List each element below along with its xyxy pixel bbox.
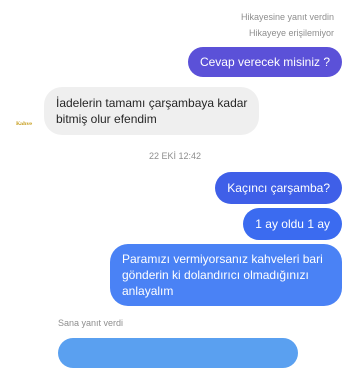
message-bubble-outgoing[interactable]: Kaçıncı çarşamba? (215, 172, 342, 204)
message-bubble-outgoing[interactable]: Cevap verecek misiniz ? (187, 47, 342, 77)
message-bubble-outgoing[interactable]: Paramızı vermiyorsanız kahveleri bari gö… (110, 244, 342, 306)
story-reply-label: Hikayesine yanıt verdin (240, 12, 334, 22)
message-text: Kaçıncı çarşamba? (227, 181, 330, 195)
message-bubble-incoming[interactable]: İadelerin tamamı çarşambaya kadar bitmiş… (44, 87, 260, 135)
message-text-line: bitmiş olur efendim (56, 112, 157, 126)
message-text-line: anlayalım (122, 284, 174, 298)
story-replied-label: Sana yanıt verdi (58, 318, 124, 328)
chat-thread: Hikayesine yanıt verdin Hikayeye erişile… (0, 0, 350, 368)
story-unavailable-label: Hikayeye erişilemiyor (248, 28, 334, 38)
timestamp: 22 EKİ 12:42 (148, 151, 202, 161)
message-bubble-outgoing[interactable]: 1 ay oldu 1 ay (243, 208, 342, 240)
brand-logo-icon: Kahve (15, 121, 33, 127)
story-reply-preview[interactable] (58, 338, 298, 368)
message-text-line: Paramızı vermiyorsanız kahveleri bari (122, 252, 323, 266)
avatar[interactable]: Kahve (12, 112, 36, 136)
message-text-line: İadelerin tamamı çarşambaya kadar (56, 96, 248, 110)
message-text: 1 ay oldu 1 ay (255, 217, 330, 231)
message-text-line: gönderin ki dolandırıcı olmadığınızı (122, 268, 309, 282)
message-text: Cevap verecek misiniz ? (199, 55, 330, 69)
